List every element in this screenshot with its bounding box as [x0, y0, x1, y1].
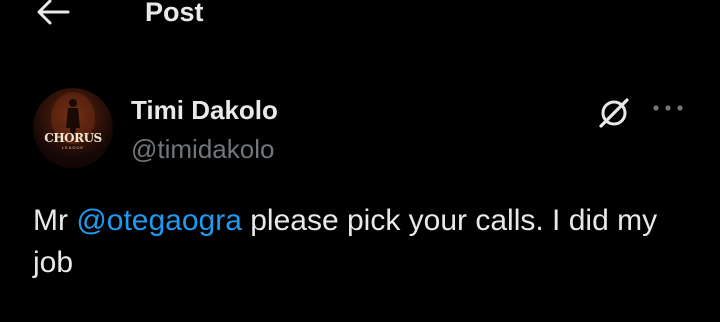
more-options-button[interactable]: [648, 93, 688, 123]
avatar-figure: [51, 92, 95, 144]
author-display-name[interactable]: Timi Dakolo: [131, 94, 278, 126]
more-horizontal-icon: [653, 105, 683, 111]
grok-icon: [599, 98, 629, 128]
post-text: Mr @otegaogra please pick your calls. I …: [33, 200, 693, 284]
mention-link[interactable]: @otegaogra: [76, 204, 242, 237]
avatar-logo-text: CHORUS: [44, 131, 102, 145]
top-bar: Post: [0, 0, 720, 40]
back-button[interactable]: [30, 0, 76, 32]
avatar[interactable]: CHORUS LEAGUE: [33, 88, 113, 168]
grok-button[interactable]: [594, 93, 634, 133]
post-text-before: Mr: [33, 204, 77, 237]
author-handle[interactable]: @timidakolo: [131, 133, 274, 165]
avatar-logo-subtext: LEAGUE: [61, 145, 85, 150]
arrow-left-icon: [37, 0, 70, 25]
page-title: Post: [145, 0, 204, 27]
